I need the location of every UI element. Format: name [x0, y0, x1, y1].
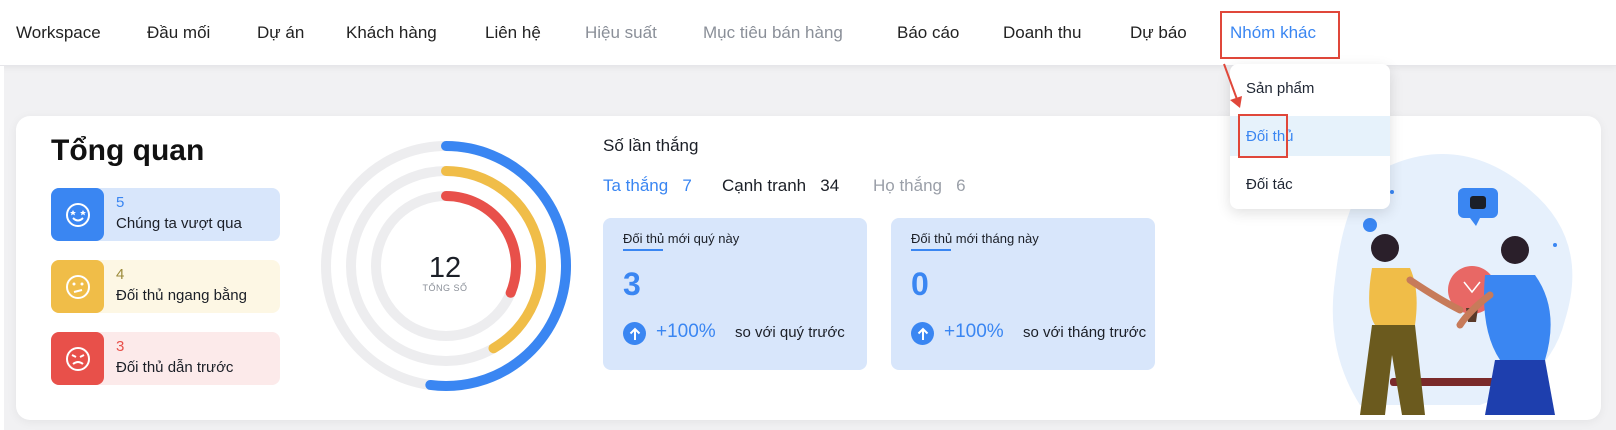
card-change: +100%: [944, 321, 1004, 342]
arrow-up-icon: [911, 322, 934, 345]
left-gutter: [0, 66, 4, 430]
menu-highlight-box: [1238, 114, 1288, 158]
card-title-underline: [623, 249, 663, 251]
wins-value: 6: [956, 176, 966, 195]
top-navigation: Workspace Đầu mối Dự án Khách hàng Liên …: [0, 0, 1616, 66]
stat-label: Đối thủ ngang bằng: [116, 287, 247, 304]
nav-leads[interactable]: Đầu mối: [147, 23, 210, 43]
card-compare: so với quý trước: [735, 324, 845, 341]
nav-customers[interactable]: Khách hàng: [346, 23, 437, 43]
neutral-face-icon: [51, 260, 104, 313]
card-value: 3: [623, 266, 641, 302]
stat-value: 4: [116, 266, 125, 283]
wins-title: Số lần thắng: [603, 136, 699, 155]
menu-item-label: Sản phẩm: [1246, 79, 1315, 97]
star-eyes-face-icon: [51, 188, 104, 241]
stat-value: 3: [116, 338, 125, 355]
nav-forecast[interactable]: Dự báo: [1130, 23, 1187, 43]
nav-revenue[interactable]: Doanh thu: [1003, 23, 1081, 43]
nav-performance[interactable]: Hiệu suất: [585, 23, 657, 43]
arrow-up-icon: [623, 322, 646, 345]
card-new-this-month: Đối thủ mới tháng này 0 +100% so với thá…: [891, 218, 1155, 370]
menu-item-products[interactable]: Sản phẩm: [1230, 68, 1390, 108]
card-new-this-quarter: Đối thủ mới quý này 3 +100% so với quý t…: [603, 218, 867, 370]
menu-item-label: Đối tác: [1246, 175, 1293, 193]
menu-item-partners[interactable]: Đối tác: [1230, 164, 1390, 204]
wins-label: Cạnh tranh: [722, 176, 807, 195]
nav-highlight-box: [1220, 11, 1340, 59]
wins-we-win: Ta thắng 7: [603, 176, 692, 196]
wins-label: Họ thắng: [873, 176, 942, 195]
stat-value: 5: [116, 194, 125, 211]
donut-center: 12 TỔNG SỐ: [405, 252, 485, 293]
card-compare: so với tháng trước: [1023, 324, 1147, 341]
nav-sales-targets[interactable]: Mục tiêu bán hàng: [703, 23, 843, 43]
card-title: Đối thủ mới tháng này: [911, 231, 1039, 246]
nav-contacts[interactable]: Liên hệ: [485, 23, 541, 43]
card-title-underline: [911, 249, 951, 251]
stat-equal: 4 Đối thủ ngang bằng: [51, 260, 280, 313]
card-value: 0: [911, 266, 929, 302]
stat-they-lead: 3 Đối thủ dẫn trước: [51, 332, 280, 385]
page-title: Tổng quan: [51, 134, 205, 167]
total-value: 12: [428, 252, 462, 284]
nav-workspace[interactable]: Workspace: [16, 23, 101, 43]
nav-projects[interactable]: Dự án: [257, 23, 304, 43]
stat-we-win: 5 Chúng ta vượt qua: [51, 188, 280, 241]
total-label: TỔNG SỐ: [422, 283, 468, 293]
wins-competing: Cạnh tranh 34: [722, 176, 839, 196]
angry-face-icon: [51, 332, 104, 385]
stat-label: Chúng ta vượt qua: [116, 215, 242, 232]
annotation-arrow-icon: [1223, 63, 1242, 108]
wins-value: 7: [682, 176, 692, 195]
card-change: +100%: [656, 321, 716, 342]
card-title: Đối thủ mới quý này: [623, 231, 740, 246]
nav-reports[interactable]: Báo cáo: [897, 23, 959, 43]
wins-value: 34: [820, 176, 840, 195]
wins-label: Ta thắng: [603, 176, 669, 195]
wins-they-win: Họ thắng 6: [873, 176, 966, 196]
stat-label: Đối thủ dẫn trước: [116, 359, 234, 376]
